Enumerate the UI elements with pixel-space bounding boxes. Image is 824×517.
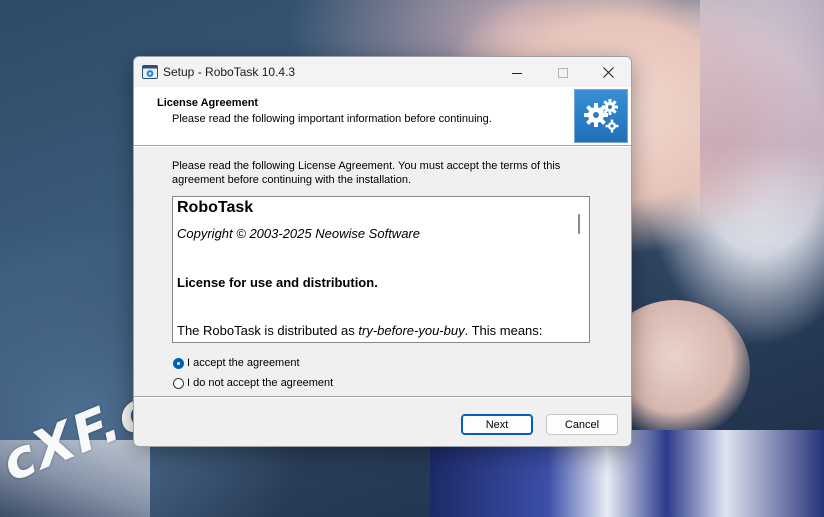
license-scrollbar[interactable] (573, 199, 587, 340)
page-subtitle: Please read the following important info… (172, 113, 492, 125)
intro-text: Please read the following License Agreem… (172, 160, 561, 186)
header-divider-highlight (134, 146, 631, 147)
license-copyright: Copyright © 2003-2025 Neowise Software (177, 226, 420, 241)
license-paragraph-start: The RoboTask is distributed as (177, 323, 359, 338)
title-bar[interactable]: Setup - RoboTask 10.4.3 (134, 57, 631, 87)
scrollbar-thumb[interactable] (578, 214, 580, 234)
decline-agreement-option[interactable]: I do not accept the agreement (173, 375, 333, 391)
license-product-name: RoboTask (177, 199, 254, 216)
accept-radio[interactable] (173, 357, 184, 369)
license-paragraph-end: . This means: (464, 323, 543, 338)
license-heading: License for use and distribution. (177, 275, 378, 290)
setup-window: Setup - RoboTask 10.4.3 License Agreemen… (133, 56, 632, 447)
page-title: License Agreement (157, 97, 259, 109)
minimize-button[interactable] (494, 57, 540, 87)
close-icon (602, 63, 614, 82)
maximize-button[interactable] (540, 57, 586, 87)
cancel-button[interactable]: Cancel (546, 414, 618, 435)
gears-icon (574, 89, 628, 143)
decline-radio-label[interactable]: I do not accept the agreement (187, 377, 333, 389)
maximize-icon (558, 63, 568, 82)
license-text-box[interactable]: RoboTask Copyright © 2003-2025 Neowise S… (172, 196, 590, 343)
next-button[interactable]: Next (461, 414, 533, 435)
accept-agreement-option[interactable]: I accept the agreement (173, 355, 300, 371)
wallpaper-hair-shape (700, 0, 824, 240)
accept-radio-label[interactable]: I accept the agreement (187, 357, 300, 369)
wizard-header: License Agreement Please read the follow… (134, 87, 631, 145)
window-title: Setup - RoboTask 10.4.3 (163, 65, 296, 79)
close-button[interactable] (585, 57, 631, 87)
license-paragraph: The RoboTask is distributed as try-befor… (177, 323, 542, 338)
decline-radio[interactable] (173, 377, 184, 389)
setup-app-icon (142, 64, 158, 80)
footer-divider-highlight (134, 397, 631, 398)
license-paragraph-emphasis: try-before-you-buy (358, 323, 465, 338)
minimize-icon (512, 63, 522, 82)
